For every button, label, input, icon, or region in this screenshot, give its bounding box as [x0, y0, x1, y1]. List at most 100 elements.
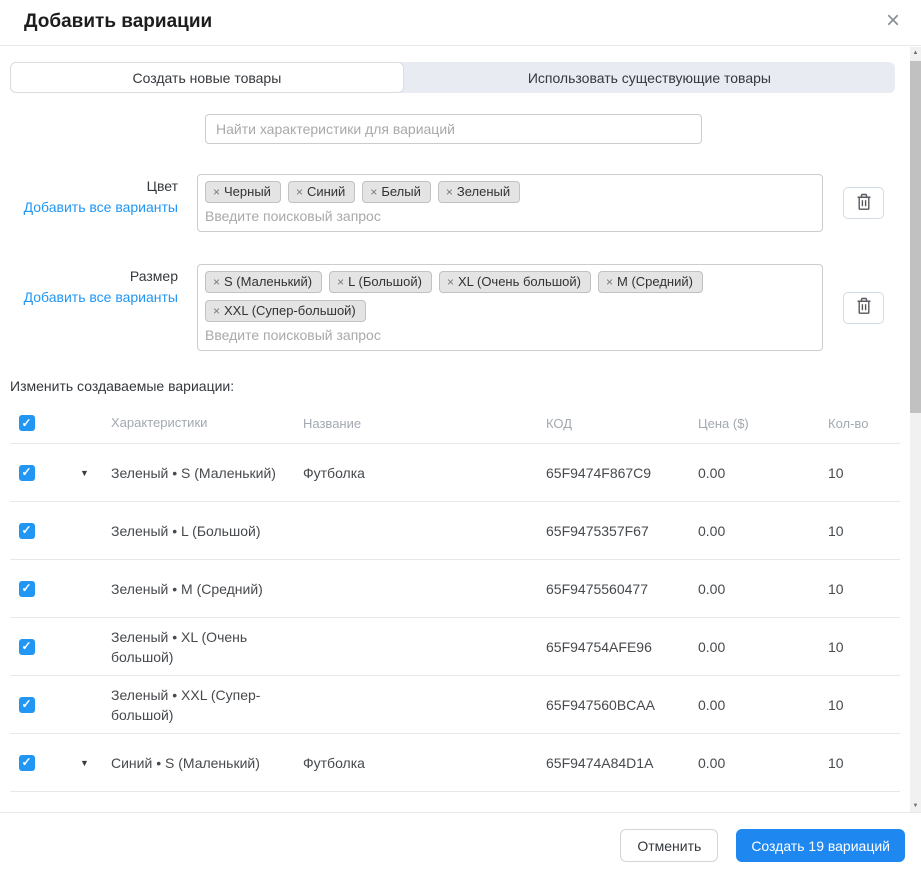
- row-price: 0.00: [698, 523, 820, 539]
- color-tag: ×Зеленый: [438, 181, 520, 203]
- row-characteristics: Зеленый • XL (Очень большой): [111, 627, 303, 667]
- size-attribute-label: Размер: [10, 268, 178, 284]
- trash-icon: [856, 193, 872, 214]
- edit-variations-title: Изменить создаваемые вариации:: [10, 378, 910, 394]
- row-code: 65F9475357F67: [546, 523, 698, 539]
- remove-tag-icon[interactable]: ×: [446, 185, 453, 199]
- row-code: 65F947560BCAA: [546, 697, 698, 713]
- size-tag: ×L (Большой): [329, 271, 432, 293]
- size-search-input[interactable]: [205, 327, 784, 343]
- modal-footer: Отменить Создать 19 вариаций: [0, 812, 921, 878]
- row-name: Футболка: [303, 755, 546, 771]
- size-tag: ×S (Маленький): [205, 271, 322, 293]
- color-tags-box[interactable]: ×Черный ×Синий ×Белый ×Зеленый: [197, 174, 823, 232]
- add-all-color-variants-link[interactable]: Добавить все варианты: [24, 199, 178, 215]
- row-characteristics: Зеленый • S (Маленький): [111, 463, 303, 483]
- remove-tag-icon[interactable]: ×: [606, 275, 613, 289]
- table-header-row: Характеристики Название КОД Цена ($) Кол…: [10, 403, 900, 444]
- row-expander-icon[interactable]: ▼: [58, 468, 111, 478]
- row-name: Футболка: [303, 465, 546, 481]
- row-qty: 10: [820, 581, 900, 597]
- tab-create-new-products[interactable]: Создать новые товары: [10, 62, 404, 93]
- search-row: [205, 114, 910, 144]
- close-icon[interactable]: ×: [886, 9, 900, 33]
- select-all-checkbox[interactable]: [19, 415, 35, 431]
- row-checkbox[interactable]: [19, 697, 35, 713]
- row-characteristics: Зеленый • XXL (Супер-большой): [111, 685, 303, 725]
- scrollbar-down-arrow[interactable]: ▼: [910, 800, 921, 812]
- column-header-qty: Кол-во: [820, 416, 900, 431]
- table-row: ▼ Зеленый • S (Маленький) Футболка 65F94…: [10, 444, 900, 502]
- remove-tag-icon[interactable]: ×: [213, 185, 220, 199]
- row-price: 0.00: [698, 639, 820, 655]
- table-row: ▼ Зеленый • M (Средний) 65F9475560477 0.…: [10, 560, 900, 618]
- remove-tag-icon[interactable]: ×: [370, 185, 377, 199]
- remove-tag-icon[interactable]: ×: [447, 275, 454, 289]
- row-checkbox[interactable]: [19, 639, 35, 655]
- row-expander-icon[interactable]: ▼: [58, 758, 111, 768]
- attribute-row-size: Размер Добавить все варианты ×S (Маленьк…: [10, 264, 910, 351]
- vertical-scrollbar[interactable]: ▲ ▼: [910, 47, 921, 812]
- table-row: ▼ Зеленый • XXL (Супер-большой) 65F94756…: [10, 676, 900, 734]
- color-search-input[interactable]: [205, 208, 784, 224]
- size-tags-box[interactable]: ×S (Маленький) ×L (Большой) ×XL (Очень б…: [197, 264, 823, 351]
- column-header-code: КОД: [546, 416, 698, 431]
- modal-header: Добавить вариации ×: [0, 0, 921, 46]
- scrollbar-thumb[interactable]: [910, 61, 921, 413]
- row-characteristics: Зеленый • L (Большой): [111, 521, 303, 541]
- create-variations-button[interactable]: Создать 19 вариаций: [736, 829, 905, 862]
- delete-color-attribute-button[interactable]: [843, 187, 884, 219]
- color-tag: ×Черный: [205, 181, 281, 203]
- row-checkbox[interactable]: [19, 465, 35, 481]
- tab-bar: Создать новые товары Использовать сущест…: [10, 62, 895, 93]
- row-price: 0.00: [698, 465, 820, 481]
- row-code: 65F9474F867C9: [546, 465, 698, 481]
- color-tag: ×Синий: [288, 181, 355, 203]
- row-qty: 10: [820, 697, 900, 713]
- row-code: 65F9474A84D1A: [546, 755, 698, 771]
- remove-tag-icon[interactable]: ×: [337, 275, 344, 289]
- tab-use-existing-products[interactable]: Использовать существующие товары: [404, 62, 895, 93]
- scrollbar-track[interactable]: [910, 59, 921, 800]
- search-characteristics-input[interactable]: [205, 114, 702, 144]
- modal-body: Создать новые товары Использовать сущест…: [0, 47, 910, 812]
- table-row: ▼ Синий • L (Большой) 65F9475357F6B 0.00…: [10, 792, 900, 812]
- row-code: 65F9475560477: [546, 581, 698, 597]
- row-checkbox[interactable]: [19, 581, 35, 597]
- row-price: 0.00: [698, 697, 820, 713]
- row-qty: 10: [820, 465, 900, 481]
- table-row: ▼ Зеленый • L (Большой) 65F9475357F67 0.…: [10, 502, 900, 560]
- size-tag: ×XXL (Супер-большой): [205, 300, 366, 322]
- row-code: 65F94754AFE96: [546, 639, 698, 655]
- cancel-button[interactable]: Отменить: [620, 829, 718, 862]
- remove-tag-icon[interactable]: ×: [213, 275, 220, 289]
- variations-table: Характеристики Название КОД Цена ($) Кол…: [10, 403, 900, 812]
- remove-tag-icon[interactable]: ×: [213, 304, 220, 318]
- scrollbar-up-arrow[interactable]: ▲: [910, 47, 921, 59]
- column-header-price: Цена ($): [698, 416, 820, 431]
- row-characteristics: Зеленый • M (Средний): [111, 579, 303, 599]
- size-tag: ×XL (Очень большой): [439, 271, 591, 293]
- delete-size-attribute-button[interactable]: [843, 292, 884, 324]
- row-checkbox[interactable]: [19, 523, 35, 539]
- column-header-characteristics: Характеристики: [111, 413, 303, 433]
- remove-tag-icon[interactable]: ×: [296, 185, 303, 199]
- color-tag: ×Белый: [362, 181, 431, 203]
- row-price: 0.00: [698, 755, 820, 771]
- row-price: 0.00: [698, 581, 820, 597]
- row-qty: 10: [820, 523, 900, 539]
- table-body: ▼ Зеленый • S (Маленький) Футболка 65F94…: [10, 444, 900, 812]
- row-qty: 10: [820, 639, 900, 655]
- trash-icon: [856, 297, 872, 318]
- row-characteristics: Синий • S (Маленький): [111, 753, 303, 773]
- page-title: Добавить вариации: [24, 11, 212, 33]
- row-qty: 10: [820, 755, 900, 771]
- color-attribute-label: Цвет: [10, 178, 178, 194]
- row-checkbox[interactable]: [19, 755, 35, 771]
- attribute-row-color: Цвет Добавить все варианты ×Черный ×Сини…: [10, 174, 910, 232]
- size-tag: ×M (Средний): [598, 271, 703, 293]
- table-row: ▼ Зеленый • XL (Очень большой) 65F94754A…: [10, 618, 900, 676]
- column-header-name: Название: [303, 416, 546, 431]
- add-variations-modal: Добавить вариации × Создать новые товары…: [0, 0, 921, 878]
- add-all-size-variants-link[interactable]: Добавить все варианты: [24, 289, 178, 305]
